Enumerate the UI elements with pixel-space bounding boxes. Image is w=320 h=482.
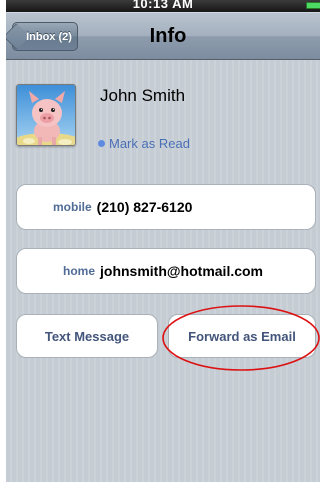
navigation-bar: Inbox (2) Info <box>6 12 320 60</box>
mobile-label: mobile <box>53 200 92 214</box>
unread-dot-icon <box>98 140 105 147</box>
mobile-field[interactable]: mobile (210) 827-6120 <box>16 184 316 230</box>
status-time: 10:13 AM <box>132 0 194 11</box>
mark-as-read-link[interactable]: Mark as Read <box>98 136 190 151</box>
home-label: home <box>63 264 96 278</box>
avatar <box>16 84 76 146</box>
mobile-value: (210) 827-6120 <box>96 199 193 215</box>
status-bar: 10:13 AM <box>6 0 320 12</box>
screen: 10:13 AM Inbox (2) Info John Smith Mark … <box>6 0 320 482</box>
home-email-field[interactable]: home johnsmith@hotmail.com <box>16 248 316 294</box>
annotation-circle <box>162 305 320 371</box>
home-email-value: johnsmith@hotmail.com <box>100 263 264 279</box>
contact-name: John Smith <box>100 86 186 105</box>
pig-photo-icon <box>17 85 75 145</box>
text-message-button[interactable]: Text Message <box>16 314 158 358</box>
page-title: Info <box>149 25 187 47</box>
battery-icon <box>306 2 320 9</box>
mark-as-read-label: Mark as Read <box>109 136 190 151</box>
